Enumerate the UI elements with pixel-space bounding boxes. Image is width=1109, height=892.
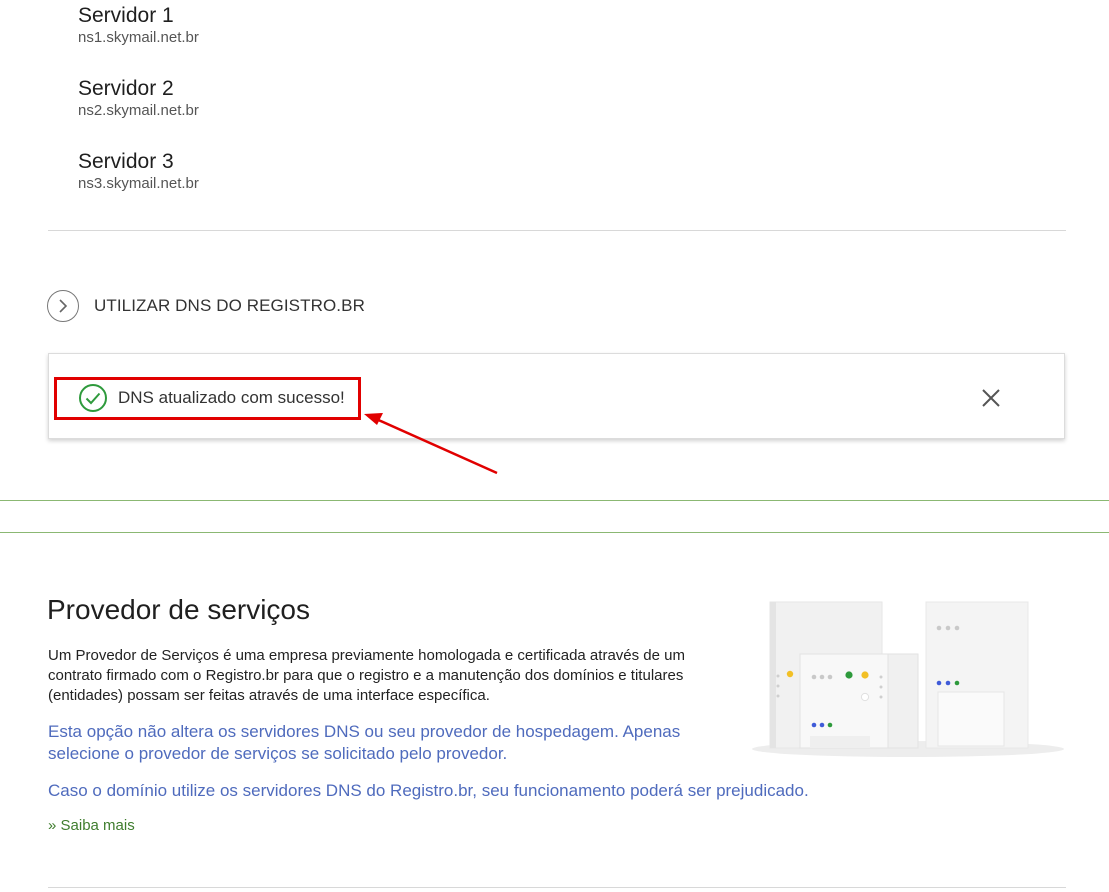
server-item: Servidor 2 ns2.skymail.net.br: [78, 77, 199, 120]
check-circle-icon: [78, 383, 108, 413]
use-registro-dns-label: UTILIZAR DNS DO REGISTRO.BR: [94, 296, 365, 315]
use-registro-dns-toggle[interactable]: UTILIZAR DNS DO REGISTRO.BR: [47, 290, 365, 322]
divider: [48, 887, 1066, 888]
section-divider: [0, 500, 1109, 501]
chevron-right-icon: [47, 290, 79, 322]
section-divider: [0, 532, 1109, 533]
provider-warning: Caso o domínio utilize os servidores DNS…: [48, 781, 809, 800]
server-name: Servidor 3: [78, 150, 174, 173]
saiba-mais-link[interactable]: » Saiba mais: [48, 817, 135, 834]
servers-illustration-icon: [752, 601, 1064, 757]
server-host: ns3.skymail.net.br: [78, 175, 199, 192]
divider: [48, 230, 1066, 231]
server-host: ns1.skymail.net.br: [78, 29, 199, 46]
server-item: Servidor 1 ns1.skymail.net.br: [78, 4, 199, 47]
section-title: Provedor de serviços: [47, 594, 311, 625]
close-icon[interactable]: [979, 386, 1003, 410]
annotation-arrow-icon: [364, 413, 498, 475]
server-name: Servidor 1: [78, 4, 174, 27]
toast-message: DNS atualizado com sucesso!: [78, 383, 345, 413]
server-name: Servidor 2: [78, 77, 174, 100]
server-item: Servidor 3 ns3.skymail.net.br: [78, 150, 199, 193]
provider-note: Esta opção não altera os servidores DNS …: [48, 722, 681, 763]
toast-text: DNS atualizado com sucesso!: [118, 388, 345, 407]
section-description: Um Provedor de Serviços é uma empresa pr…: [48, 647, 685, 704]
server-host: ns2.skymail.net.br: [78, 102, 199, 119]
